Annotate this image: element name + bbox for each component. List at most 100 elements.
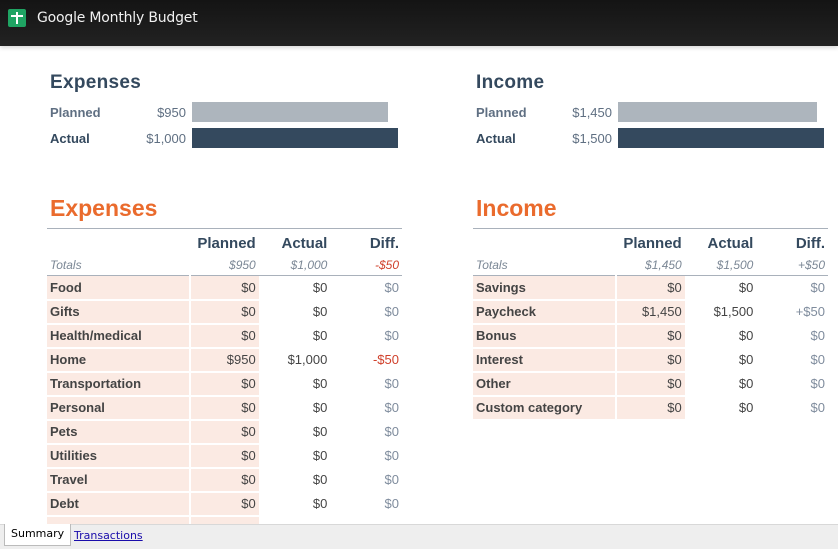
actual-value: $1,500 (572, 131, 612, 146)
expenses-table-section: Expenses Planned Actual Diff. Totals $95… (47, 195, 402, 527)
actual-cell[interactable]: $0 (258, 299, 331, 325)
actual-cell[interactable]: $0 (684, 395, 757, 421)
table-row: Debt $0 $0 $0 (47, 491, 402, 517)
category-cell[interactable]: Travel (47, 467, 191, 493)
totals-planned: $950 (190, 254, 259, 276)
actual-cell[interactable]: $1,500 (684, 299, 757, 325)
totals-row: Totals $1,450 $1,500 +$50 (473, 254, 828, 276)
diff-cell[interactable]: $0 (330, 443, 402, 469)
actual-cell[interactable]: $0 (258, 275, 331, 301)
diff-cell[interactable]: +$50 (756, 299, 828, 325)
category-cell[interactable]: Utilities (47, 443, 191, 469)
diff-cell[interactable]: $0 (756, 395, 828, 421)
planned-cell[interactable]: $0 (615, 347, 685, 373)
actual-cell[interactable]: $1,000 (258, 347, 331, 373)
expenses-actual-bar (192, 128, 398, 148)
planned-cell[interactable]: $0 (615, 371, 685, 397)
actual-cell[interactable]: $0 (684, 323, 757, 349)
actual-cell[interactable]: $0 (684, 347, 757, 373)
planned-cell[interactable]: $0 (189, 443, 259, 469)
table-row: Savings $0 $0 $0 (473, 275, 828, 301)
tab-transactions[interactable]: Transactions (74, 528, 143, 544)
income-summary: Income Planned $1,450 Actual $1,500 (476, 72, 824, 148)
diff-cell[interactable]: $0 (756, 323, 828, 349)
table-row: Personal $0 $0 $0 (47, 395, 402, 421)
category-cell[interactable]: Debt (47, 491, 191, 517)
actual-label: Actual (476, 131, 516, 146)
actual-cell[interactable]: $0 (258, 467, 331, 493)
actual-cell[interactable]: $0 (258, 371, 331, 397)
category-cell[interactable]: Personal (47, 395, 191, 421)
totals-label: Totals (473, 254, 617, 276)
header-row: Planned Actual Diff. (473, 228, 828, 255)
diff-cell[interactable]: $0 (330, 371, 402, 397)
planned-cell[interactable]: $950 (189, 347, 259, 373)
totals-planned: $1,450 (616, 254, 685, 276)
planned-label: Planned (50, 105, 101, 120)
diff-cell[interactable]: $0 (330, 323, 402, 349)
diff-cell[interactable]: $0 (330, 395, 402, 421)
totals-actual: $1,500 (684, 254, 757, 276)
planned-cell[interactable]: $0 (189, 323, 259, 349)
actual-value: $1,000 (146, 131, 186, 146)
planned-cell[interactable]: $0 (615, 323, 685, 349)
planned-cell[interactable]: $0 (189, 395, 259, 421)
planned-cell[interactable]: $0 (189, 467, 259, 493)
category-cell[interactable]: Bonus (473, 323, 617, 349)
planned-cell[interactable]: $1,450 (615, 299, 685, 325)
planned-cell[interactable]: $0 (189, 275, 259, 301)
category-cell[interactable]: Other (473, 371, 617, 397)
income-actual-bar (618, 128, 824, 148)
diff-cell[interactable]: $0 (330, 467, 402, 493)
table-row: Travel $0 $0 $0 (47, 467, 402, 493)
diff-cell[interactable]: $0 (330, 275, 402, 301)
actual-cell[interactable]: $0 (258, 323, 331, 349)
col-planned: Planned (190, 228, 259, 255)
expenses-planned-bar (192, 102, 388, 122)
planned-cell[interactable]: $0 (189, 491, 259, 517)
expenses-table-title: Expenses (50, 195, 158, 221)
category-cell[interactable]: Health/medical (47, 323, 191, 349)
planned-value: $950 (157, 105, 186, 120)
col-diff: Diff. (756, 228, 828, 255)
actual-cell[interactable]: $0 (258, 395, 331, 421)
category-cell[interactable]: Home (47, 347, 191, 373)
diff-cell[interactable]: $0 (756, 371, 828, 397)
diff-cell[interactable]: $0 (330, 491, 402, 517)
actual-cell[interactable]: $0 (258, 419, 331, 445)
category-cell[interactable]: Savings (473, 275, 617, 301)
table-row: Health/medical $0 $0 $0 (47, 323, 402, 349)
header-row: Planned Actual Diff. (47, 228, 402, 255)
category-cell[interactable]: Interest (473, 347, 617, 373)
diff-cell[interactable]: $0 (330, 419, 402, 445)
category-cell[interactable]: Transportation (47, 371, 191, 397)
diff-cell[interactable]: $0 (756, 275, 828, 301)
diff-cell[interactable]: -$50 (330, 347, 402, 373)
planned-cell[interactable]: $0 (615, 275, 685, 301)
actual-cell[interactable]: $0 (258, 491, 331, 517)
totals-diff: +$50 (756, 254, 828, 276)
expenses-summary: Expenses Planned $950 Actual $1,000 (50, 72, 398, 148)
category-cell[interactable]: Custom category (473, 395, 617, 421)
actual-cell[interactable]: $0 (258, 443, 331, 469)
diff-cell[interactable]: $0 (330, 299, 402, 325)
planned-label: Planned (476, 105, 527, 120)
income-table-section: Income Planned Actual Diff. Totals $1,45… (473, 195, 828, 421)
google-sheets-icon (8, 9, 26, 27)
category-cell[interactable]: Pets (47, 419, 191, 445)
diff-cell[interactable]: $0 (756, 347, 828, 373)
expenses-table: Planned Actual Diff. Totals $950 $1,000 … (47, 228, 402, 527)
planned-cell[interactable]: $0 (189, 371, 259, 397)
planned-cell[interactable]: $0 (615, 395, 685, 421)
table-row: Home $950 $1,000 -$50 (47, 347, 402, 373)
col-diff: Diff. (330, 228, 402, 255)
actual-cell[interactable]: $0 (684, 275, 757, 301)
category-cell[interactable]: Food (47, 275, 191, 301)
actual-cell[interactable]: $0 (684, 371, 757, 397)
planned-cell[interactable]: $0 (189, 419, 259, 445)
planned-cell[interactable]: $0 (189, 299, 259, 325)
tab-summary[interactable]: Summary (4, 524, 72, 546)
category-cell[interactable]: Paycheck (473, 299, 617, 325)
table-row: Interest $0 $0 $0 (473, 347, 828, 373)
category-cell[interactable]: Gifts (47, 299, 191, 325)
